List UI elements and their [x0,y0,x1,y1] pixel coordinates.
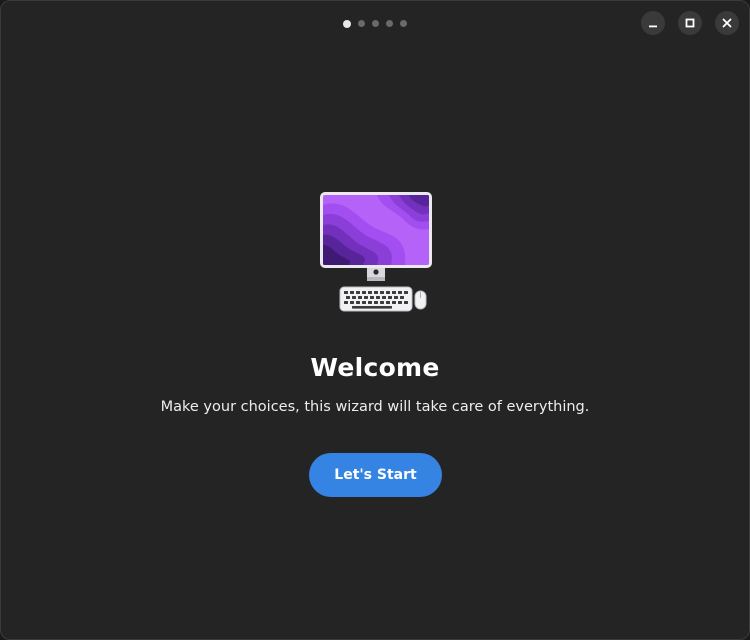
computer-illustration-icon [320,192,432,312]
maximize-icon [685,18,695,28]
minimize-button[interactable] [641,11,665,35]
page-dot-2[interactable] [358,20,365,27]
window-controls [641,11,739,35]
page-dot-1-active[interactable] [343,19,351,28]
page-dot-3[interactable] [372,20,379,27]
minimize-icon [649,25,657,28]
close-button[interactable] [715,11,739,35]
maximize-button[interactable] [678,11,702,35]
close-icon [722,18,732,28]
page-subtitle: Make your choices, this wizard will take… [160,399,590,415]
page-dot-4[interactable] [386,20,393,27]
setup-wizard-window: Welcome Make your choices, this wizard w… [0,0,750,640]
page-dot-5[interactable] [400,20,407,27]
page-title: Welcome [310,353,440,382]
page-indicator [1,19,749,28]
lets-start-button[interactable]: Let's Start [309,453,442,497]
